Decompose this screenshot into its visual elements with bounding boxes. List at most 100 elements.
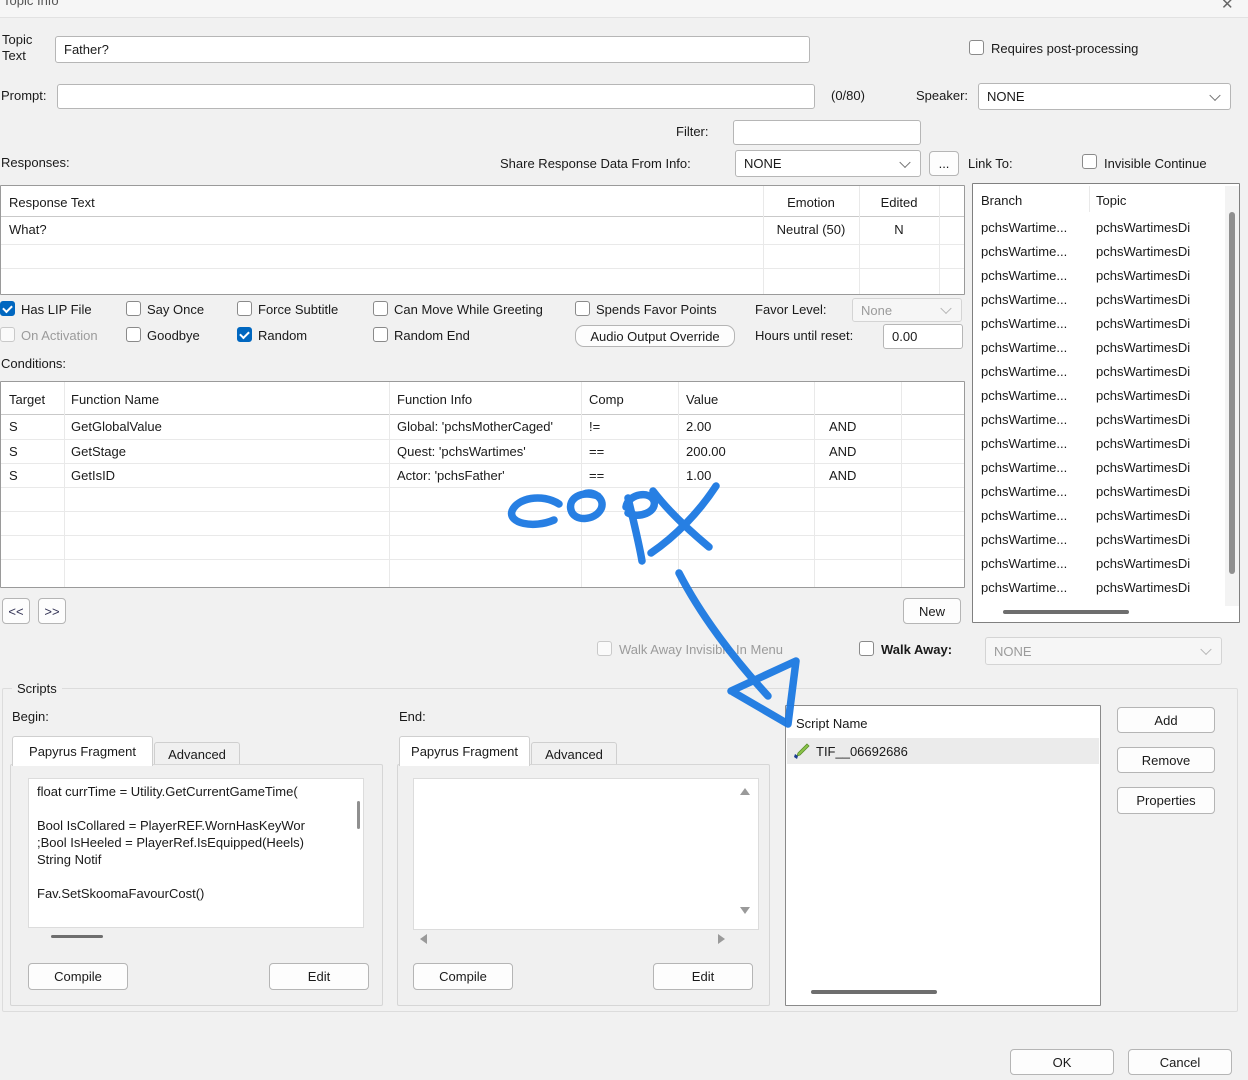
new-button[interactable]: New: [903, 598, 961, 624]
condition-prev-button[interactable]: <<: [2, 598, 30, 624]
link-list-row[interactable]: pchsWartime...pchsWartimesDi: [973, 552, 1221, 576]
end-script-panel: Compile Edit: [397, 764, 770, 1006]
scrollbar-thumb[interactable]: [1229, 212, 1235, 574]
scroll-left-icon[interactable]: [420, 934, 427, 944]
walk-away-invisible-checkbox[interactable]: [597, 641, 612, 656]
link-row-branch: pchsWartime...: [981, 580, 1087, 595]
condition-comp: ==: [589, 468, 604, 483]
add-button[interactable]: Add: [1117, 707, 1215, 733]
can-move-while-greeting-checkbox[interactable]: [373, 301, 388, 316]
response-row[interactable]: What? Neutral (50) N: [1, 217, 964, 244]
link-row-topic: pchsWartimesDi: [1096, 556, 1221, 571]
link-row-topic: pchsWartimesDi: [1096, 292, 1221, 307]
link-row-topic: pchsWartimesDi: [1096, 244, 1221, 259]
on-activation-label: On Activation: [21, 328, 98, 343]
tab-papyrus-fragment-begin[interactable]: Papyrus Fragment: [12, 736, 153, 766]
link-row-branch: pchsWartime...: [981, 436, 1087, 451]
scroll-right-icon[interactable]: [718, 934, 725, 944]
script-list-item[interactable]: TIF__06692686: [787, 738, 1099, 764]
walk-away-dropdown[interactable]: NONE: [985, 637, 1222, 665]
prompt-label: Prompt:: [1, 88, 47, 103]
link-list-row[interactable]: pchsWartime...pchsWartimesDi: [973, 528, 1221, 552]
cancel-button[interactable]: Cancel: [1128, 1049, 1232, 1075]
has-lip-file-checkbox[interactable]: [0, 301, 15, 316]
condition-join: AND: [829, 419, 856, 434]
ok-button[interactable]: OK: [1010, 1049, 1114, 1075]
link-list-row[interactable]: pchsWartime...pchsWartimesDi: [973, 480, 1221, 504]
tab-advanced-end[interactable]: Advanced: [531, 742, 617, 766]
end-compile-button[interactable]: Compile: [413, 963, 513, 990]
begin-code-vscroll-thumb[interactable]: [357, 801, 360, 829]
end-edit-button[interactable]: Edit: [653, 963, 753, 990]
hours-until-reset-input[interactable]: 0.00: [883, 324, 963, 349]
begin-code[interactable]: float currTime = Utility.GetCurrentGameT…: [28, 778, 364, 928]
condition-row[interactable]: S GetGlobalValue Global: 'pchsMotherCage…: [1, 415, 964, 439]
link-list-row[interactable]: pchsWartime...pchsWartimesDi: [973, 360, 1221, 384]
topic-text-input[interactable]: Father?: [55, 36, 810, 63]
share-response-browse-button[interactable]: ...: [929, 151, 959, 176]
begin-compile-button[interactable]: Compile: [28, 963, 128, 990]
condition-row[interactable]: S GetIsID Actor: 'pchsFather' == 1.00 AN…: [1, 464, 964, 488]
spends-favor-points-checkbox[interactable]: [575, 301, 590, 316]
on-activation-checkbox[interactable]: [0, 327, 15, 342]
conditions-header-function-info: Function Info: [397, 392, 472, 407]
favor-level-dropdown[interactable]: None: [852, 298, 962, 322]
random-checkbox[interactable]: [237, 327, 252, 342]
link-list-row[interactable]: pchsWartime...pchsWartimesDi: [973, 408, 1221, 432]
tab-papyrus-fragment-end[interactable]: Papyrus Fragment: [399, 736, 530, 766]
link-list-row[interactable]: pchsWartime...pchsWartimesDi: [973, 288, 1221, 312]
scroll-down-icon[interactable]: [740, 907, 750, 914]
walk-away-invisible-label: Walk Away Invisible In Menu: [619, 642, 783, 657]
link-list-row[interactable]: pchsWartime...pchsWartimesDi: [973, 456, 1221, 480]
hours-until-reset-value: 0.00: [892, 329, 917, 344]
link-list-row[interactable]: pchsWartime...pchsWartimesDi: [973, 504, 1221, 528]
link-row-topic: pchsWartimesDi: [1096, 268, 1221, 283]
spends-favor-points-label: Spends Favor Points: [596, 302, 717, 317]
invisible-continue-checkbox[interactable]: [1082, 154, 1097, 169]
goodbye-checkbox[interactable]: [126, 327, 141, 342]
random-end-checkbox[interactable]: [373, 327, 388, 342]
link-list-row[interactable]: pchsWartime...pchsWartimesDi: [973, 576, 1221, 600]
link-list-row[interactable]: pchsWartime...pchsWartimesDi: [973, 216, 1221, 240]
close-icon[interactable]: ✕: [1221, 0, 1234, 13]
say-once-checkbox[interactable]: [126, 301, 141, 316]
prompt-counter: (0/80): [831, 88, 865, 103]
link-list-row[interactable]: pchsWartime...pchsWartimesDi: [973, 312, 1221, 336]
filter-input[interactable]: [733, 120, 921, 145]
speaker-dropdown[interactable]: NONE: [978, 83, 1231, 110]
response-edited: N: [859, 222, 939, 237]
random-end-label: Random End: [394, 328, 470, 343]
condition-value: 2.00: [686, 419, 711, 434]
vertical-scrollbar[interactable]: [1225, 186, 1239, 606]
walk-away-checkbox[interactable]: [859, 641, 874, 656]
properties-button[interactable]: Properties: [1117, 787, 1215, 814]
link-list-row[interactable]: pchsWartime...pchsWartimesDi: [973, 432, 1221, 456]
prompt-input[interactable]: [57, 84, 815, 109]
conditions-header-value: Value: [686, 392, 718, 407]
code-line: Fav.SetSkoomaFavourCost(): [37, 885, 355, 902]
tab-advanced-begin[interactable]: Advanced: [154, 742, 240, 766]
link-row-branch: pchsWartime...: [981, 364, 1087, 379]
audio-output-override-button[interactable]: Audio Output Override: [575, 325, 735, 347]
horizontal-scrollbar[interactable]: [1003, 610, 1129, 614]
condition-function-info: Quest: 'pchsWartimes': [397, 444, 526, 459]
condition-next-button[interactable]: >>: [38, 598, 66, 624]
goodbye-label: Goodbye: [147, 328, 200, 343]
link-row-branch: pchsWartime...: [981, 388, 1087, 403]
script-list-hscroll-thumb[interactable]: [811, 990, 937, 994]
begin-edit-button[interactable]: Edit: [269, 963, 369, 990]
link-list-row[interactable]: pchsWartime...pchsWartimesDi: [973, 264, 1221, 288]
link-list-row[interactable]: pchsWartime...pchsWartimesDi: [973, 384, 1221, 408]
remove-button[interactable]: Remove: [1117, 747, 1215, 773]
link-list-row[interactable]: pchsWartime...pchsWartimesDi: [973, 336, 1221, 360]
force-subtitle-checkbox[interactable]: [237, 301, 252, 316]
link-list-row[interactable]: pchsWartime...pchsWartimesDi: [973, 240, 1221, 264]
code-line: [37, 800, 355, 817]
end-code[interactable]: [413, 778, 759, 930]
condition-row[interactable]: S GetStage Quest: 'pchsWartimes' == 200.…: [1, 440, 964, 464]
share-response-dropdown[interactable]: NONE: [735, 150, 921, 177]
scroll-up-icon[interactable]: [740, 788, 750, 795]
requires-post-processing-checkbox[interactable]: [969, 40, 984, 55]
condition-function-info: Actor: 'pchsFather': [397, 468, 505, 483]
begin-code-hscroll-thumb[interactable]: [51, 935, 103, 938]
